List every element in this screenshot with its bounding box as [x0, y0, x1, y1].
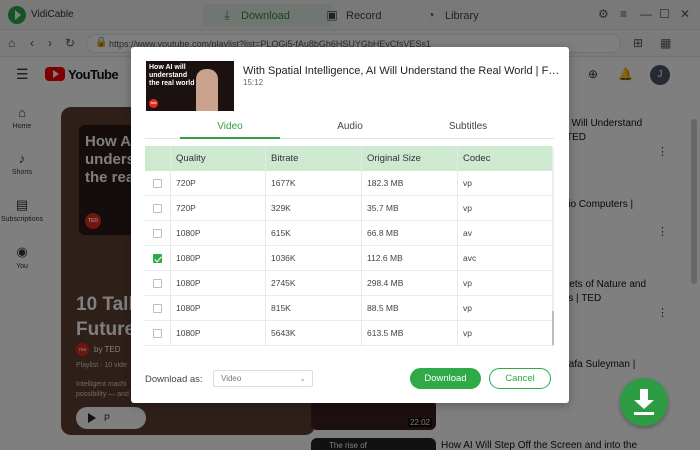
row-checkbox[interactable]	[153, 304, 162, 313]
active-tab-indicator	[180, 137, 280, 139]
cell-size: 35.7 MB	[367, 203, 399, 213]
tab-video[interactable]: Video	[180, 121, 280, 132]
video-duration: 15:12	[243, 78, 264, 87]
table-row[interactable]: 720P 1677K 182.3 MB vp	[145, 171, 552, 196]
table-row[interactable]: 1080P 815K 88.5 MB vp	[145, 296, 552, 321]
format-tabs: Video Audio Subtitles	[145, 117, 554, 139]
cell-size: 88.5 MB	[367, 303, 399, 313]
cell-quality: 1080P	[176, 253, 201, 263]
cell-codec: av	[463, 228, 472, 238]
cell-quality: 1080P	[176, 278, 201, 288]
row-checkbox[interactable]	[153, 179, 162, 188]
table-row[interactable]: 1080P 2745K 298.4 MB vp	[145, 271, 552, 296]
cell-codec: vp	[463, 203, 472, 213]
download-options-dialog: How AI will understand the real world TE…	[131, 47, 569, 403]
table-header: Quality Bitrate Original Size Codec	[145, 146, 552, 171]
video-title: With Spatial Intelligence, AI Will Under…	[243, 65, 561, 77]
download-as-label: Download as:	[145, 374, 203, 385]
cell-quality: 720P	[176, 203, 196, 213]
download-button[interactable]: Download	[410, 368, 481, 389]
cell-codec: vp	[463, 278, 472, 288]
chevron-down-icon: ⌄	[299, 374, 306, 383]
thumb-text: How AI will understand the real world	[149, 64, 195, 87]
tab-subtitles[interactable]: Subtitles	[418, 121, 518, 132]
row-checkbox[interactable]	[153, 279, 162, 288]
cell-bitrate: 1677K	[271, 178, 296, 188]
column-divider	[361, 146, 362, 346]
download-fab-button[interactable]	[620, 378, 668, 426]
cell-bitrate: 2745K	[271, 278, 296, 288]
ted-badge: TED	[149, 99, 158, 108]
download-as-value: Video	[221, 374, 242, 383]
tab-audio[interactable]: Audio	[300, 121, 400, 132]
row-checkbox[interactable]	[153, 254, 162, 263]
cell-bitrate: 329K	[271, 203, 291, 213]
cell-bitrate: 615K	[271, 228, 291, 238]
table-row[interactable]: 1080P 5643K 613.5 MB vp	[145, 321, 552, 346]
cancel-button[interactable]: Cancel	[489, 368, 551, 389]
table-row[interactable]: 1080P 615K 66.8 MB av	[145, 221, 552, 246]
download-arrow-icon	[634, 412, 654, 415]
column-divider	[170, 146, 171, 346]
column-divider	[457, 146, 458, 346]
speaker-figure	[196, 69, 218, 111]
cell-size: 182.3 MB	[367, 178, 404, 188]
row-checkbox[interactable]	[153, 204, 162, 213]
cell-bitrate: 5643K	[271, 328, 296, 338]
cell-bitrate: 1036K	[271, 253, 296, 263]
cell-quality: 1080P	[176, 328, 201, 338]
cell-codec: vp	[463, 303, 472, 313]
cell-codec: vp	[463, 328, 472, 338]
cell-size: 112.6 MB	[367, 253, 403, 263]
quality-table: Quality Bitrate Original Size Codec 720P…	[145, 146, 552, 346]
column-divider	[265, 146, 266, 346]
cell-codec: avc	[463, 253, 477, 263]
video-thumbnail: How AI will understand the real world TE…	[146, 61, 234, 111]
cell-size: 298.4 MB	[367, 278, 404, 288]
header-quality: Quality	[176, 153, 206, 164]
table-row[interactable]: 720P 329K 35.7 MB vp	[145, 196, 552, 221]
cell-quality: 1080P	[176, 303, 201, 313]
cell-bitrate: 815K	[271, 303, 291, 313]
cell-codec: vp	[463, 178, 472, 188]
header-codec: Codec	[463, 153, 491, 164]
header-original-size: Original Size	[367, 153, 421, 164]
table-scrollbar-thumb[interactable]	[552, 311, 554, 345]
cell-quality: 1080P	[176, 228, 201, 238]
download-as-select[interactable]: Video ⌄	[213, 370, 313, 387]
cell-size: 66.8 MB	[367, 228, 399, 238]
row-checkbox[interactable]	[153, 229, 162, 238]
cell-size: 613.5 MB	[367, 328, 404, 338]
header-bitrate: Bitrate	[271, 153, 299, 164]
cell-quality: 720P	[176, 178, 196, 188]
table-row[interactable]: 1080P 1036K 112.6 MB avc	[145, 246, 552, 271]
row-checkbox[interactable]	[153, 329, 162, 338]
